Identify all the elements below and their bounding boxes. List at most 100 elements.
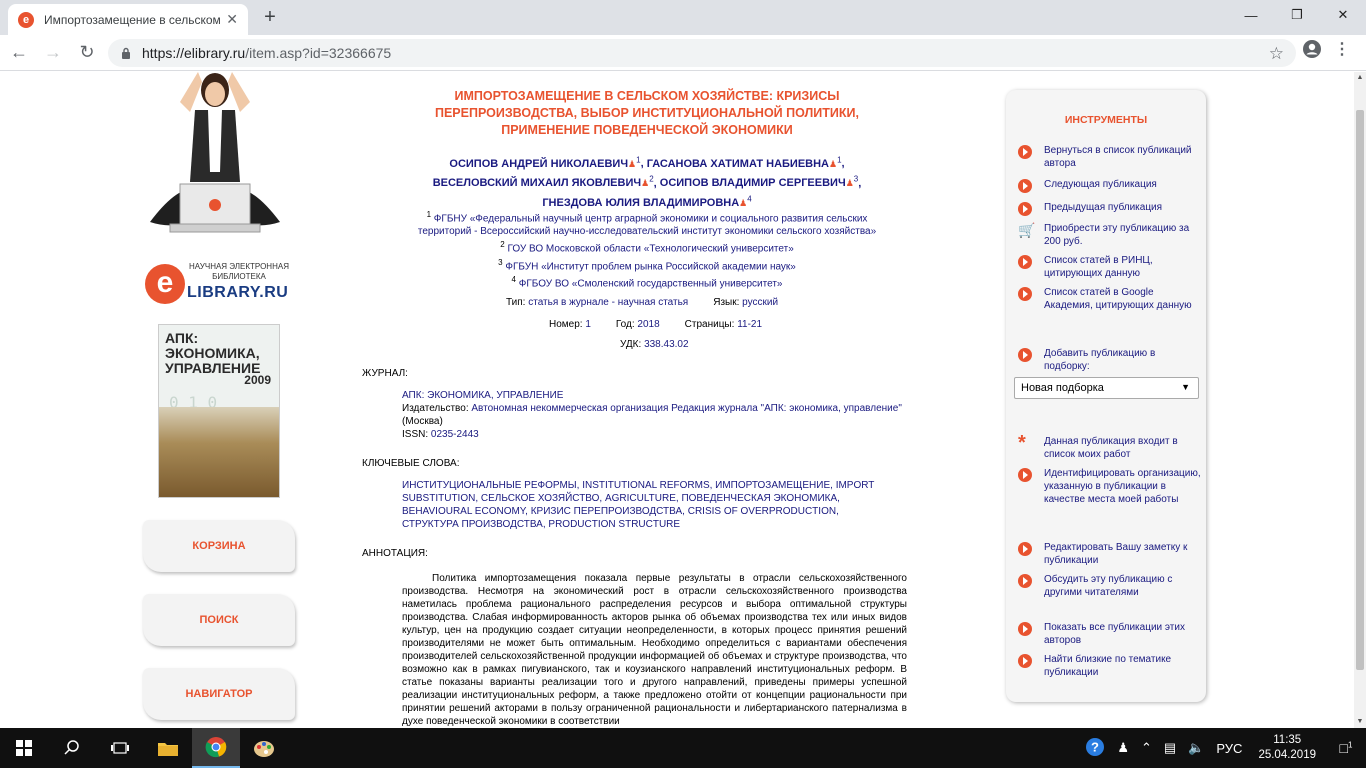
tool-edit-note[interactable]: Редактировать Вашу заметку к публикации [1018, 541, 1203, 567]
paint-icon[interactable] [240, 728, 288, 768]
people-icon[interactable]: ♟ [1117, 740, 1129, 756]
help-icon[interactable]: ? [1085, 737, 1105, 760]
close-window-button[interactable]: ✕ [1320, 0, 1366, 30]
abstract-text: Политика импортозамещения показала первы… [402, 573, 907, 727]
search-icon[interactable] [48, 728, 96, 768]
affiliation-item: 2 ГОУ ВО Московской области «Технологиче… [500, 240, 794, 255]
tools-panel: ИНСТРУМЕНТЫ Вернуться в список публикаци… [1006, 90, 1206, 702]
author-link[interactable]: ОСИПОВ АНДРЕЙ НИКОЛАЕВИЧ♟1 [449, 155, 640, 170]
logo-title: LIBRARY.RU [187, 284, 289, 301]
tool-google-citations[interactable]: Список статей в Google Академия, цитирую… [1018, 286, 1203, 312]
tool-add-to-collection[interactable]: Добавить публикацию в подборку: [1018, 347, 1203, 373]
search-button[interactable]: ПОИСК [143, 594, 295, 646]
cart-icon: 🛒 [1018, 222, 1036, 238]
cart-button[interactable]: КОРЗИНА [143, 520, 295, 572]
forward-button[interactable]: → [38, 38, 68, 68]
mascot-illustration [150, 72, 280, 233]
issue-line: Номер: 1 Год: 2018 Страницы: 11-21 [549, 319, 763, 330]
task-view-icon[interactable] [96, 728, 144, 768]
asterisk-icon: * [1018, 432, 1026, 454]
author-link[interactable]: ОСИПОВ ВЛАДИМИР СЕРГЕЕВИЧ♟3 [660, 175, 858, 190]
publisher-line: Издательство: Автономная некоммерческая … [402, 403, 902, 427]
cover-wheat-image [159, 407, 279, 497]
author-link[interactable]: ГАСАНОВА ХАТИМАТ НАБИЕВНА♟1 [647, 155, 842, 170]
collection-select[interactable]: Новая подборка ▼ [1014, 377, 1199, 399]
page-scrollbar[interactable]: ▲ ▼ [1354, 72, 1366, 728]
author-link[interactable]: ВЕСЕЛОВСКИЙ МИХАИЛ ЯКОВЛЕВИЧ♟2 [433, 175, 654, 190]
journal-name-link[interactable]: АПК: ЭКОНОМИКА, УПРАВЛЕНИЕ [402, 389, 902, 402]
tool-all-author-publications[interactable]: Показать все публикации этих авторов [1018, 621, 1203, 647]
minimize-button[interactable]: — [1228, 0, 1274, 30]
play-arrow-icon [1018, 542, 1032, 556]
keywords-list[interactable]: ИНСТИТУЦИОНАЛЬНЫЕ РЕФОРМЫ, INSTITUTIONAL… [402, 479, 897, 531]
reload-button[interactable]: ↻ [72, 38, 102, 68]
tool-buy-publication[interactable]: 🛒 Приобрести эту публикацию за 200 руб. [1018, 222, 1203, 248]
svg-text:?: ? [1091, 739, 1099, 754]
clock[interactable]: 11:35 25.04.2019 [1258, 733, 1316, 763]
address-bar[interactable]: https://elibrary.ru/item.asp?id=32366675… [108, 39, 1296, 67]
volume-icon[interactable]: 🔈 [1188, 740, 1204, 756]
windows-taskbar: ? ♟ ⌃ ▤ 🔈 РУС 11:35 25.04.2019 □1 [0, 728, 1366, 768]
journal-cover[interactable]: АПК: ЭКОНОМИКА, УПРАВЛЕНИЕ 2009 0 1 01 0… [158, 324, 280, 498]
keywords-label: КЛЮЧЕВЫЕ СЛОВА: [362, 458, 460, 469]
chrome-icon[interactable] [192, 728, 240, 768]
tool-back-to-author-list[interactable]: Вернуться в список публикаций автора [1018, 144, 1203, 170]
windows-logo-icon [16, 740, 32, 756]
play-arrow-icon [1018, 202, 1032, 216]
play-arrow-icon [1018, 654, 1032, 668]
file-explorer-icon[interactable] [144, 728, 192, 768]
play-arrow-icon [1018, 574, 1032, 588]
cover-title: АПК: ЭКОНОМИКА, УПРАВЛЕНИЕ [165, 330, 261, 376]
scroll-up-icon[interactable]: ▲ [1354, 72, 1366, 84]
article-title: ИМПОРТОЗАМЕЩЕНИЕ В СЕЛЬСКОМ ХОЗЯЙСТВЕ: К… [434, 89, 859, 137]
abstract-label: АННОТАЦИЯ: [362, 548, 428, 559]
scroll-thumb[interactable] [1356, 110, 1364, 670]
tools-title: ИНСТРУМЕНТЫ [1064, 114, 1148, 126]
affiliations: 1 ФГБНУ «Федеральный научный центр аграр… [402, 208, 892, 290]
logo-subtitle: НАУЧНАЯ ЭЛЕКТРОННАЯ БИБЛИОТЕКА [189, 262, 289, 281]
elibrary-logo[interactable]: e НАУЧНАЯ ЭЛЕКТРОННАЯ БИБЛИОТЕКА LIBRARY… [145, 260, 295, 304]
affiliation-item: 3 ФГБУН «Институт проблем рынка Российск… [498, 257, 796, 272]
bookmark-star-icon[interactable]: ☆ [1269, 44, 1284, 64]
publisher-link[interactable]: Автономная некоммерческая организация Ре… [471, 403, 902, 414]
tool-rinc-citations[interactable]: Список статей в РИНЦ, цитирующих данную [1018, 254, 1203, 280]
tool-previous-publication[interactable]: Предыдущая публикация [1018, 201, 1203, 216]
restore-button[interactable]: ❐ [1274, 0, 1320, 30]
profile-icon[interactable] [1302, 39, 1322, 59]
play-arrow-icon [1018, 145, 1032, 159]
close-tab-icon[interactable]: ✕ [226, 11, 238, 28]
lock-icon [122, 47, 130, 59]
tool-discuss[interactable]: Обсудить эту публикацию с другими читате… [1018, 573, 1203, 599]
play-arrow-icon [1018, 622, 1032, 636]
tool-my-works[interactable]: * Данная публикация входит в список моих… [1018, 432, 1203, 461]
menu-kebab-icon[interactable]: ⋮ [1332, 40, 1352, 60]
authors-list: ОСИПОВ АНДРЕЙ НИКОЛАЕВИЧ♟1, ГАСАНОВА ХАТ… [432, 155, 862, 209]
chevron-up-icon[interactable]: ⌃ [1141, 740, 1152, 756]
affiliation-item: 1 ФГБНУ «Федеральный научный центр аграр… [417, 210, 877, 238]
scroll-down-icon[interactable]: ▼ [1354, 716, 1366, 728]
tool-similar-publications[interactable]: Найти близкие по тематике публикации [1018, 653, 1203, 679]
tool-next-publication[interactable]: Следующая публикация [1018, 178, 1203, 193]
notifications-icon[interactable]: □1 [1326, 740, 1366, 756]
journal-info: АПК: ЭКОНОМИКА, УПРАВЛЕНИЕ Издательство:… [402, 389, 902, 441]
network-icon[interactable]: ▤ [1164, 740, 1176, 756]
tab-active[interactable]: e Импортозамещение в сельском ✕ [8, 4, 248, 35]
tool-identify-organization[interactable]: Идентифицировать организацию, указанную … [1018, 467, 1203, 506]
author-person-icon: ♟ [845, 178, 854, 189]
play-arrow-icon [1018, 287, 1032, 301]
window-controls: — ❐ ✕ [1228, 0, 1366, 30]
journal-label: ЖУРНАЛ: [362, 368, 408, 379]
clock-date: 25.04.2019 [1258, 749, 1316, 761]
tab-title: Импортозамещение в сельском [44, 12, 221, 27]
play-arrow-icon [1018, 255, 1032, 269]
language-indicator[interactable]: РУС [1216, 741, 1242, 756]
author-person-icon: ♟ [829, 158, 838, 169]
start-button[interactable] [0, 728, 48, 768]
back-button[interactable]: ← [4, 38, 34, 68]
system-tray: ? ♟ ⌃ ▤ 🔈 РУС 11:35 25.04.2019 □1 [1079, 728, 1366, 768]
navigator-button[interactable]: НАВИГАТОР [143, 668, 295, 720]
author-person-icon: ♟ [641, 178, 650, 189]
type-line: Тип: статья в журнале - научная статья Я… [506, 297, 779, 308]
new-tab-button[interactable]: + [258, 6, 282, 30]
issn-line: ISSN: 0235-2443 [402, 429, 479, 440]
